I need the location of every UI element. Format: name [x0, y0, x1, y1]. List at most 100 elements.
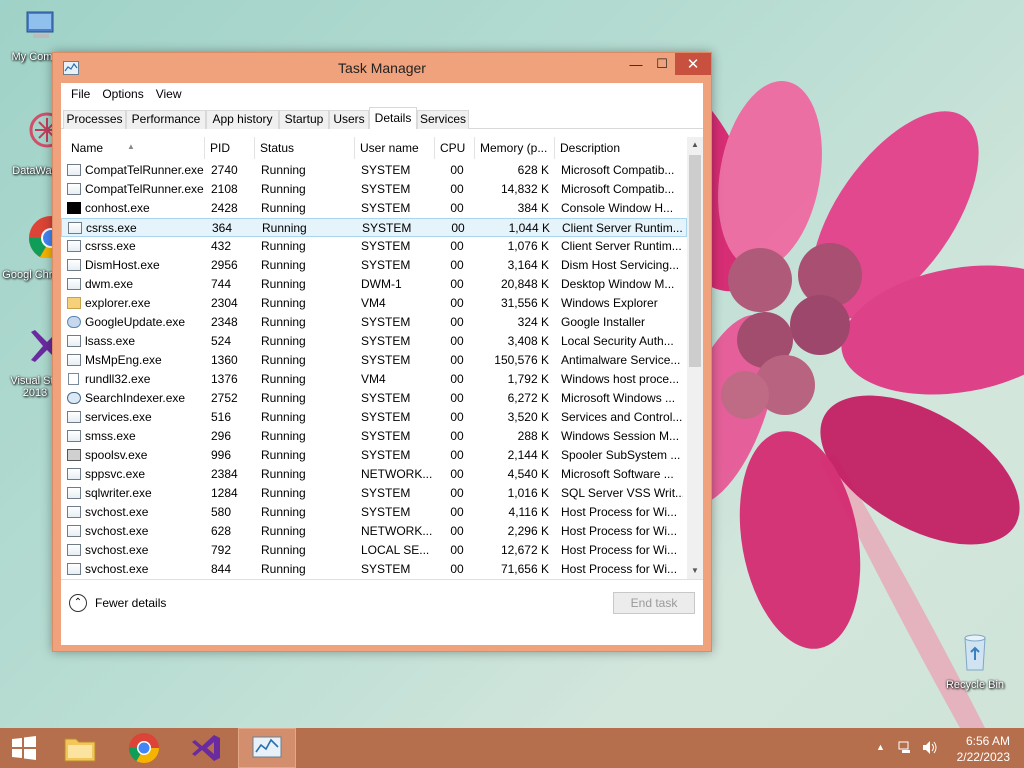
col-header-name[interactable]: Name ▲ — [61, 137, 205, 159]
volume-icon[interactable] — [922, 740, 938, 755]
process-description: Host Process for Wi... — [561, 562, 678, 576]
show-hidden-icons-icon[interactable]: ▲ — [876, 742, 885, 752]
tab-processes[interactable]: Processes — [63, 110, 126, 129]
table-row[interactable]: sqlwriter.exe 1284 Running SYSTEM 00 1,016 K S… — [61, 484, 687, 503]
process-name: sqlwriter.exe — [85, 486, 152, 500]
clock-time[interactable]: 6:56 AM — [946, 734, 1010, 748]
scroll-down-icon[interactable]: ▼ — [687, 563, 703, 579]
taskbar-chrome[interactable] — [120, 728, 168, 768]
start-button[interactable] — [0, 728, 48, 768]
process-user: SYSTEM — [361, 562, 411, 576]
table-row[interactable]: svchost.exe 844 Running SYSTEM 00 71,656 K Hos… — [61, 560, 687, 579]
table-row[interactable]: CompatTelRunner.exe 2740 Running SYSTEM 00 62… — [61, 161, 687, 180]
chevron-up-icon[interactable]: ⌃ — [69, 594, 87, 612]
menu-file[interactable]: File — [65, 84, 96, 104]
clock-date[interactable]: 2/22/2023 — [946, 750, 1010, 764]
table-row[interactable]: dwm.exe 744 Running DWM-1 00 20,848 K Desktop … — [61, 275, 687, 294]
table-row[interactable]: rundll32.exe 1376 Running VM4 00 1,792 K Windo… — [61, 370, 687, 389]
table-row[interactable]: svchost.exe 792 Running LOCAL SE... 00 12,672… — [61, 541, 687, 560]
end-task-button[interactable]: End task — [613, 592, 695, 614]
tab-startup[interactable]: Startup — [279, 110, 329, 129]
scroll-thumb[interactable] — [689, 155, 701, 367]
process-pid: 2348 — [211, 315, 238, 329]
process-description: Microsoft Software ... — [561, 467, 674, 481]
table-row[interactable]: csrss.exe 364 Running SYSTEM 00 1,044 K Client… — [61, 218, 687, 237]
process-cpu: 00 — [450, 296, 464, 310]
desktop-icon-recycle-bin[interactable]: Recycle Bin — [940, 630, 1010, 691]
table-row[interactable]: explorer.exe 2304 Running VM4 00 31,556 K Wind… — [61, 294, 687, 313]
col-header-description[interactable]: Description — [555, 137, 687, 159]
process-cpu: 00 — [450, 391, 464, 405]
table-row[interactable]: services.exe 516 Running SYSTEM 00 3,520 K Ser… — [61, 408, 687, 427]
table-row[interactable]: DismHost.exe 2956 Running SYSTEM 00 3,164 K Di… — [61, 256, 687, 275]
taskbar-task-manager[interactable] — [238, 728, 296, 768]
process-pid: 432 — [211, 239, 232, 253]
process-user: SYSTEM — [361, 239, 411, 253]
process-status: Running — [261, 410, 306, 424]
process-pid: 1284 — [211, 486, 238, 500]
process-name: conhost.exe — [85, 201, 150, 215]
col-header-user-name[interactable]: User name — [355, 137, 435, 159]
table-row[interactable]: CompatTelRunner.exe 2108 Running SYSTEM 00 14… — [61, 180, 687, 199]
minimize-button[interactable]: — — [623, 53, 649, 75]
process-app-icon — [67, 506, 81, 518]
table-row[interactable]: sppsvc.exe 2384 Running NETWORK... 00 4,540 K… — [61, 465, 687, 484]
vertical-scrollbar[interactable]: ▲ ▼ — [687, 137, 703, 579]
tab-performance[interactable]: Performance — [126, 110, 206, 129]
taskbar-file-explorer[interactable] — [56, 728, 104, 768]
process-description: Console Window H... — [561, 201, 674, 215]
process-name: csrss.exe — [85, 239, 136, 253]
col-header-status[interactable]: Status — [255, 137, 355, 159]
table-row[interactable]: svchost.exe 628 Running NETWORK... 00 2,296 K… — [61, 522, 687, 541]
process-name: svchost.exe — [85, 524, 149, 538]
menu-view[interactable]: View — [150, 84, 188, 104]
process-memory: 12,672 K — [500, 543, 549, 557]
process-app-icon — [67, 278, 81, 290]
tab-services[interactable]: Services — [417, 110, 469, 129]
table-row[interactable]: SearchIndexer.exe 2752 Running SYSTEM 00 6,27… — [61, 389, 687, 408]
process-cpu: 00 — [450, 334, 464, 348]
col-header-cpu[interactable]: CPU — [435, 137, 475, 159]
network-icon[interactable] — [898, 741, 912, 754]
process-memory: 628 K — [517, 163, 549, 177]
table-row[interactable]: GoogleUpdate.exe 2348 Running SYSTEM 00 324 K… — [61, 313, 687, 332]
process-memory: 1,016 K — [507, 486, 549, 500]
process-cpu: 00 — [450, 258, 464, 272]
tab-app-history[interactable]: App history — [206, 110, 279, 129]
col-header-memory[interactable]: Memory (p... — [475, 137, 555, 159]
maximize-button[interactable]: ☐ — [649, 53, 675, 75]
process-app-icon — [67, 563, 81, 575]
process-pid: 996 — [211, 448, 232, 462]
table-row[interactable]: smss.exe 296 Running SYSTEM 00 288 K Windows S… — [61, 427, 687, 446]
taskbar-visual-studio[interactable] — [182, 728, 230, 768]
title-bar[interactable]: Task Manager — ☐ ✕ — [53, 53, 711, 83]
process-user: SYSTEM — [362, 221, 412, 235]
table-row[interactable]: csrss.exe 432 Running SYSTEM 00 1,076 K Client… — [61, 237, 687, 256]
chrome-icon — [29, 216, 73, 260]
process-status: Running — [261, 486, 306, 500]
process-status: Running — [261, 467, 306, 481]
menu-options[interactable]: Options — [96, 84, 149, 104]
task-manager-icon — [252, 736, 282, 758]
table-row[interactable]: lsass.exe 524 Running SYSTEM 00 3,408 K Local … — [61, 332, 687, 351]
table-row[interactable]: conhost.exe 2428 Running SYSTEM 00 384 K Conso… — [61, 199, 687, 218]
process-cpu: 00 — [450, 524, 464, 538]
process-name: SearchIndexer.exe — [85, 391, 186, 405]
tab-details[interactable]: Details — [369, 107, 417, 130]
fewer-details-link[interactable]: Fewer details — [95, 596, 166, 610]
table-row[interactable]: svchost.exe 580 Running SYSTEM 00 4,116 K Host… — [61, 503, 687, 522]
table-row[interactable]: MsMpEng.exe 1360 Running SYSTEM 00 150,576 K A… — [61, 351, 687, 370]
process-name: svchost.exe — [85, 543, 149, 557]
col-header-pid[interactable]: PID — [205, 137, 255, 159]
process-description: Host Process for Wi... — [561, 505, 678, 519]
process-memory: 1,044 K — [508, 221, 550, 235]
close-button[interactable]: ✕ — [675, 53, 711, 75]
process-cpu: 00 — [450, 239, 464, 253]
taskbar: ▲ 6:56 AM 2/22/2023 — [0, 728, 1024, 768]
scroll-up-icon[interactable]: ▲ — [687, 137, 703, 153]
process-cpu: 00 — [450, 486, 464, 500]
process-printer-icon — [67, 449, 81, 461]
table-row[interactable]: spoolsv.exe 996 Running SYSTEM 00 2,144 K Spoo… — [61, 446, 687, 465]
tab-users[interactable]: Users — [329, 110, 369, 129]
process-app-icon — [67, 164, 81, 176]
